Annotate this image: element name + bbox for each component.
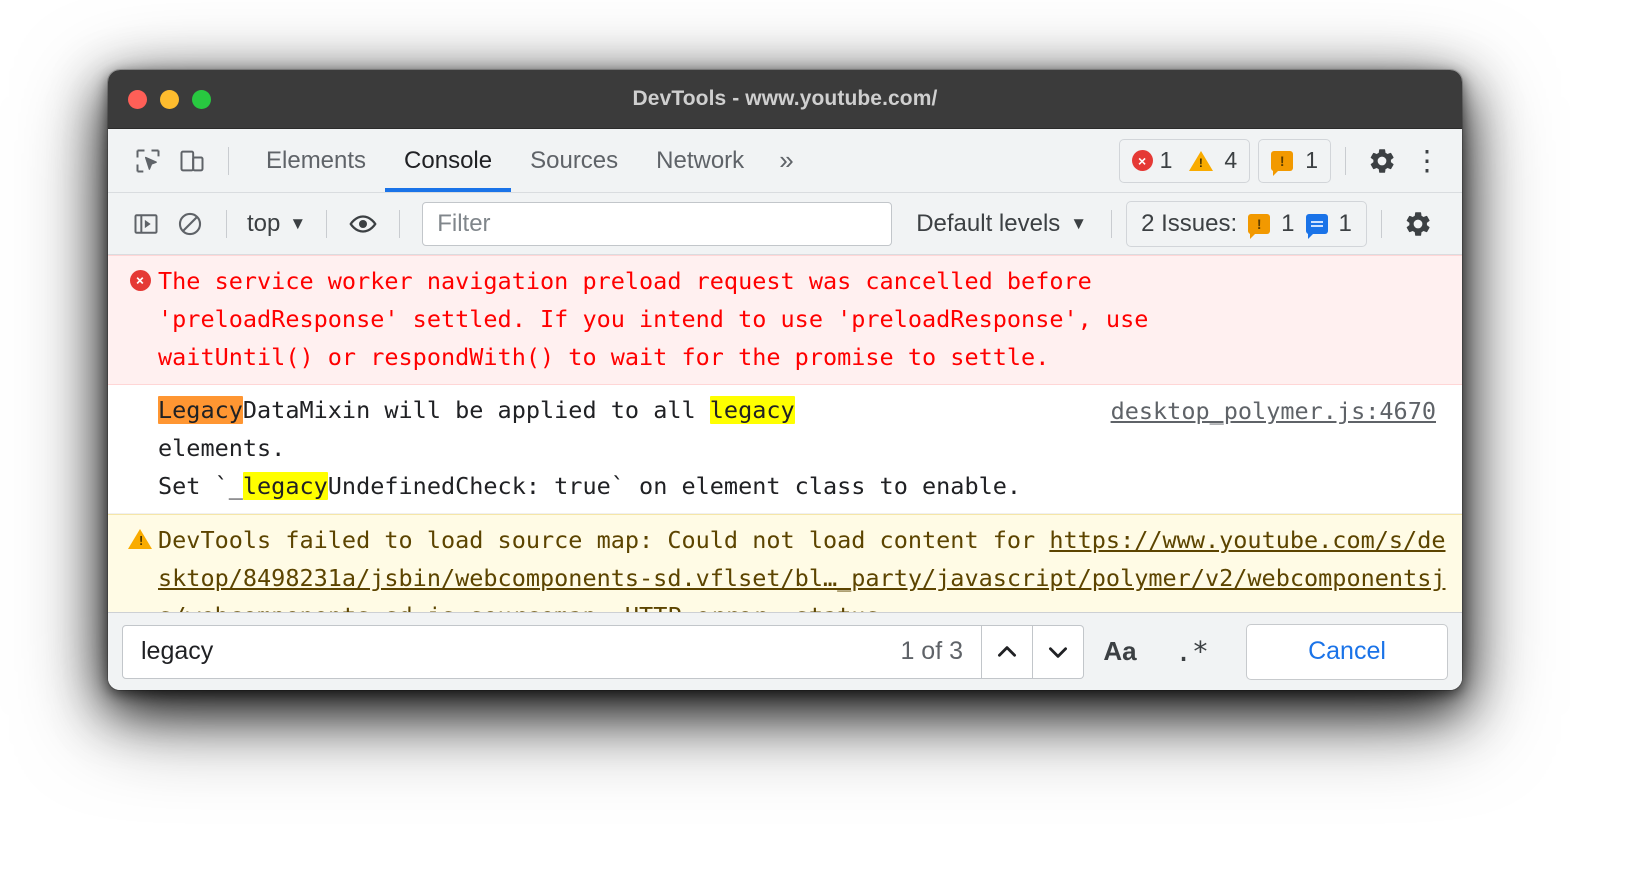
search-match-3: legacy xyxy=(242,472,328,500)
tab-network-label: Network xyxy=(656,146,745,174)
search-input-value: legacy xyxy=(141,637,214,665)
toolbar-divider-2 xyxy=(1345,146,1346,175)
issues-warning-count: 1 xyxy=(1281,209,1295,237)
tab-console-label: Console xyxy=(404,146,493,174)
message-gutter-log xyxy=(122,391,158,399)
source-location-link[interactable]: desktop_polymer.js:4670 xyxy=(1111,391,1454,430)
tab-elements[interactable]: Elements xyxy=(247,129,385,192)
match-case-toggle[interactable]: Aa xyxy=(1084,625,1156,679)
error-warning-counter[interactable]: × 1 4 xyxy=(1118,138,1251,183)
console-log-text: LegacyDataMixin will be applied to all l… xyxy=(158,391,1111,505)
devtools-main-toolbar: Elements Console Sources Network » × 1 !… xyxy=(108,129,1462,193)
console-message-error[interactable]: × The service worker navigation preload … xyxy=(108,255,1462,385)
tab-sources[interactable]: Sources xyxy=(511,129,637,192)
console-warning-text: DevTools failed to load source map: Coul… xyxy=(158,521,1454,612)
error-count-label: 1 xyxy=(1159,147,1173,173)
execution-context-label: top xyxy=(247,209,281,237)
warning-count-badge[interactable]: 4 xyxy=(1189,147,1237,174)
cancel-label: Cancel xyxy=(1308,637,1386,665)
chevron-down-icon: ▼ xyxy=(289,213,307,233)
log-text-part-3: UndefinedCheck: true` on element class t… xyxy=(327,472,1022,500)
maximize-window-button[interactable] xyxy=(192,89,211,109)
issue-count-badge[interactable]: ! 1 xyxy=(1271,147,1318,176)
kebab-menu-icon[interactable]: ⋮ xyxy=(1404,139,1448,183)
filterbar-divider-1 xyxy=(226,209,227,238)
error-circle-icon: × xyxy=(129,270,151,291)
more-tabs-label: » xyxy=(779,145,794,175)
filterbar-divider-5 xyxy=(1380,209,1382,238)
search-navigation-buttons xyxy=(982,624,1084,679)
tab-console[interactable]: Console xyxy=(385,129,512,192)
message-gutter: × xyxy=(122,262,158,291)
kebab-dots: ⋮ xyxy=(1413,144,1441,176)
gear-icon[interactable] xyxy=(1360,139,1404,183)
window-title: DevTools - www.youtube.com/ xyxy=(632,87,938,110)
error-count-badge[interactable]: × 1 xyxy=(1131,147,1173,174)
warning-triangle-icon xyxy=(128,529,152,549)
issues-info-count: 1 xyxy=(1338,209,1352,237)
execution-context-selector[interactable]: top ▼ xyxy=(241,210,312,238)
cancel-button[interactable]: Cancel xyxy=(1246,623,1448,680)
log-levels-selector[interactable]: Default levels ▼ xyxy=(906,210,1097,238)
console-search-bar: legacy 1 of 3 Aa .* Cancel xyxy=(108,612,1462,690)
inspect-element-icon[interactable] xyxy=(126,139,170,183)
tab-elements-label: Elements xyxy=(266,146,367,174)
console-message-list[interactable]: × The service worker navigation preload … xyxy=(108,255,1462,612)
close-window-button[interactable] xyxy=(128,89,147,109)
console-message-log[interactable]: LegacyDataMixin will be applied to all l… xyxy=(108,385,1462,514)
log-text-part-1: DataMixin will be applied to all xyxy=(242,396,710,424)
log-levels-label: Default levels xyxy=(916,209,1061,237)
console-sidebar-icon[interactable] xyxy=(124,202,168,246)
devtools-panel-tabs: Elements Console Sources Network » xyxy=(247,129,810,192)
search-input[interactable]: legacy 1 of 3 xyxy=(122,624,982,679)
clear-console-icon[interactable] xyxy=(168,202,212,246)
window-titlebar: DevTools - www.youtube.com/ xyxy=(108,70,1462,129)
traffic-light-buttons xyxy=(128,89,211,109)
live-expression-eye-icon[interactable] xyxy=(341,202,385,246)
issue-info-icon xyxy=(1305,213,1328,239)
filterbar-divider-2 xyxy=(326,209,328,238)
console-error-text: The service worker navigation preload re… xyxy=(158,267,1149,371)
message-gutter-warn xyxy=(122,521,158,549)
console-filter-input[interactable]: Filter xyxy=(422,201,893,246)
console-filter-toolbar: top ▼ Filter Default levels ▼ 2 Issues: xyxy=(108,193,1462,255)
issue-speech-bubble-icon: ! xyxy=(1271,150,1294,176)
more-tabs-icon[interactable]: » xyxy=(763,129,809,192)
warning-triangle-icon xyxy=(1189,150,1214,171)
warning-text-part-1: DevTools failed to load source map: Coul… xyxy=(158,526,1050,554)
issues-summary-button[interactable]: 2 Issues: ! 1 1 xyxy=(1126,200,1367,247)
issues-label: 2 Issues: xyxy=(1141,209,1238,237)
filterbar-divider-3 xyxy=(399,209,401,238)
tab-sources-label: Sources xyxy=(530,146,619,174)
issue-warning-icon: ! xyxy=(1248,213,1271,239)
devtools-window: DevTools - www.youtube.com/ Elements Con… xyxy=(108,70,1462,690)
console-settings-gear-icon[interactable] xyxy=(1396,202,1440,246)
match-case-label: Aa xyxy=(1103,636,1137,666)
issues-counter[interactable]: ! 1 xyxy=(1258,138,1331,183)
search-match-count: 1 of 3 xyxy=(900,637,963,665)
warning-count-label: 4 xyxy=(1224,147,1238,173)
issue-count-label: 1 xyxy=(1305,147,1318,173)
minimize-window-button[interactable] xyxy=(160,89,179,109)
regex-toggle[interactable]: .* xyxy=(1156,625,1228,679)
filter-placeholder: Filter xyxy=(437,209,491,237)
toolbar-divider xyxy=(228,146,229,175)
chevron-down-icon-levels: ▼ xyxy=(1070,213,1088,233)
screenshot-root: DevTools - www.youtube.com/ Elements Con… xyxy=(0,0,1650,878)
tab-network[interactable]: Network xyxy=(637,129,763,192)
search-match-2: legacy xyxy=(709,396,795,424)
console-message-warning[interactable]: DevTools failed to load source map: Coul… xyxy=(108,514,1462,612)
search-next-button[interactable] xyxy=(1033,624,1084,679)
search-match-current: Legacy xyxy=(158,396,243,424)
filterbar-divider-4 xyxy=(1111,209,1113,238)
search-previous-button[interactable] xyxy=(982,624,1033,679)
regex-label: .* xyxy=(1175,635,1209,668)
error-circle-icon: × xyxy=(1131,150,1153,171)
device-toolbar-icon[interactable] xyxy=(170,139,214,183)
